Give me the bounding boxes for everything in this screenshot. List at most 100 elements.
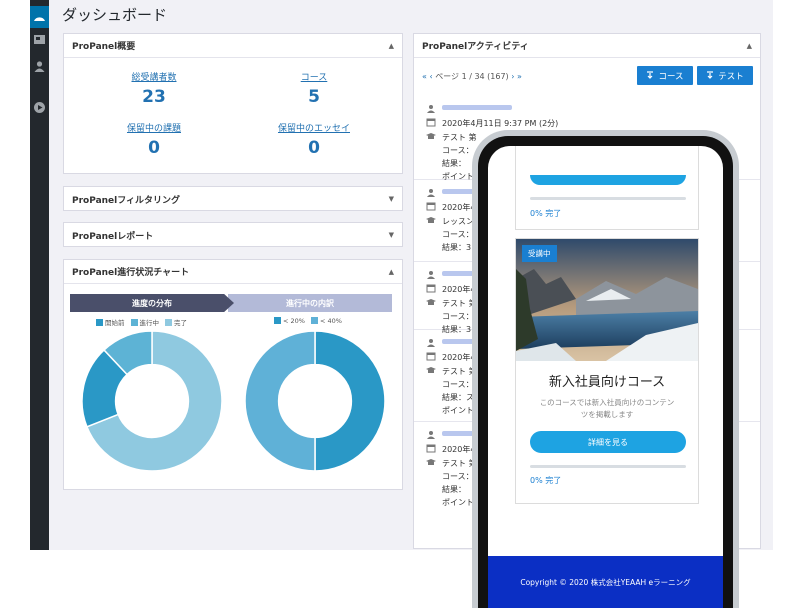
activity-course: コース：	[442, 472, 474, 481]
graduation-icon	[426, 459, 436, 465]
phone-mockup: 0% 完了 受講中 新入社員向けコース このコースでは新入社員向けのコンテン ツ…	[478, 136, 733, 608]
calendar-icon	[426, 284, 436, 293]
activity-title: ProPanelアクティビティ	[422, 42, 529, 52]
test-filter-button[interactable]: テスト	[697, 66, 753, 85]
stat-label[interactable]: 保留中のエッセイ	[234, 121, 394, 134]
donut-slice--40-[interactable]	[244, 330, 316, 472]
course-filter-button[interactable]: コース	[637, 66, 693, 85]
progress-text-top: 0% 完了	[530, 209, 562, 218]
filtering-panel[interactable]: ProPanelフィルタリング ▼	[63, 186, 403, 211]
activity-date: 2020年4	[442, 353, 476, 362]
next-page-button[interactable]: › »	[511, 72, 522, 81]
phone-screen: 0% 完了 受講中 新入社員向けコース このコースでは新入社員向けのコンテン ツ…	[488, 146, 723, 608]
stat-value: 23	[142, 87, 166, 107]
progress-chart-title: ProPanel進行状況チャート	[72, 268, 190, 278]
stat-label[interactable]: コース	[234, 70, 394, 83]
users-icon[interactable]	[33, 60, 46, 73]
activity-panel-header[interactable]: ProPanelアクティビティ ▲	[414, 34, 760, 58]
activity-date: 2020年4	[442, 445, 476, 454]
user-icon	[427, 189, 435, 197]
overview-title: ProPanel概要	[72, 42, 136, 52]
activity-course: コース：	[442, 230, 474, 239]
stat-courses: コース 5	[234, 70, 394, 107]
activity-point: ポイント	[442, 498, 474, 507]
activity-type: レッスン	[442, 217, 474, 226]
filtering-panel-header[interactable]: ProPanelフィルタリング ▼	[64, 187, 402, 211]
course-description-line2: ツを掲載します	[580, 410, 634, 419]
course-card-top: 0% 完了	[515, 146, 699, 230]
user-icon	[427, 271, 435, 279]
prev-page-button[interactable]: « ‹	[422, 72, 433, 81]
progress-chart-panel: ProPanel進行状況チャート ▲ 進度の分布 進行中の内訳 開始前 進行中 …	[63, 259, 403, 490]
chart-header-right[interactable]: 進行中の内訳	[228, 294, 392, 312]
left-legend: 開始前 進行中 完了	[96, 317, 187, 327]
progress-track-top	[530, 197, 686, 200]
admin-sidebar	[30, 0, 49, 550]
stat-value: 0	[308, 138, 320, 158]
legend-item[interactable]: < 40%	[310, 317, 342, 325]
detail-button-top[interactable]	[530, 175, 686, 185]
activity-point: ポイント	[442, 406, 474, 415]
progress-chart-header[interactable]: ProPanel進行状況チャート ▲	[64, 260, 402, 284]
play-icon[interactable]	[33, 101, 46, 114]
in-progress-breakdown-donut	[244, 330, 386, 472]
collapse-up-icon[interactable]: ▲	[389, 42, 394, 50]
chart-header-left[interactable]: 進度の分布	[70, 294, 234, 312]
graduation-icon	[426, 217, 436, 223]
page-title: ダッシュボード	[62, 6, 168, 24]
activity-result: 結果：3	[442, 243, 472, 252]
user-icon	[427, 105, 435, 113]
stat-label[interactable]: 保留中の課題	[74, 121, 234, 134]
progress-track	[530, 465, 686, 468]
stat-label[interactable]: 総受講者数	[74, 70, 234, 83]
media-icon[interactable]	[33, 33, 46, 46]
activity-course: コース：	[442, 380, 474, 389]
pagination-text: ページ 1 / 34 (167)	[435, 72, 509, 81]
dashboard-icon[interactable]	[33, 10, 46, 23]
stat-value: 5	[308, 87, 320, 107]
expand-down-icon[interactable]: ▼	[389, 231, 394, 239]
calendar-icon	[426, 444, 436, 453]
donut-slice--20-[interactable]	[314, 330, 386, 472]
progress-distribution-donut	[81, 330, 223, 472]
course-title[interactable]: 新入社員向けコース	[516, 371, 698, 390]
collapse-up-icon[interactable]: ▲	[747, 42, 752, 50]
legend-item[interactable]: < 20%	[274, 317, 305, 325]
filtering-title: ProPanelフィルタリング	[72, 195, 181, 206]
chart-header-bar: 進度の分布 進行中の内訳	[70, 294, 392, 312]
graduation-icon	[426, 133, 436, 139]
legend-item[interactable]: 開始前	[96, 317, 125, 327]
activity-date: 2020年4	[442, 203, 476, 212]
reports-panel[interactable]: ProPanelレポート ▼	[63, 222, 403, 247]
stat-pending-assignments: 保留中の課題 0	[74, 121, 234, 158]
user-icon	[427, 339, 435, 347]
stat-pending-essays: 保留中のエッセイ 0	[234, 121, 394, 158]
right-legend: < 20% < 40%	[274, 317, 342, 325]
stat-total-learners: 総受講者数 23	[74, 70, 234, 107]
reports-panel-header[interactable]: ProPanelレポート ▼	[64, 223, 402, 247]
graduation-icon	[426, 367, 436, 373]
course-card[interactable]: 受講中 新入社員向けコース このコースでは新入社員向けのコンテン ツを掲載します…	[515, 238, 699, 504]
activity-course: コース：	[442, 312, 474, 321]
activity-type: テスト 第	[442, 133, 477, 142]
reports-title: ProPanelレポート	[72, 231, 154, 242]
site-footer: Copyright © 2020 株式会社YEAAH eラーニング	[488, 556, 723, 608]
activity-user[interactable]	[442, 104, 512, 113]
activity-course: コース：	[442, 146, 474, 155]
activity-date: 2020年4月11日 9:37 PM (2分)	[442, 119, 559, 128]
legend-item[interactable]: 進行中	[130, 317, 159, 327]
activity-result: 結果：	[442, 159, 466, 168]
calendar-icon	[426, 118, 436, 127]
activity-pagination: « ‹ ページ 1 / 34 (167) › »	[422, 71, 522, 82]
course-description-line1: このコースでは新入社員向けのコンテン	[539, 398, 675, 407]
graduation-icon	[426, 299, 436, 305]
collapse-up-icon[interactable]: ▲	[389, 268, 394, 276]
overview-panel-header[interactable]: ProPanel概要 ▲	[64, 34, 402, 58]
expand-down-icon[interactable]: ▼	[389, 195, 394, 203]
enrolled-badge: 受講中	[522, 245, 557, 262]
legend-item[interactable]: 完了	[165, 317, 187, 327]
stat-value: 0	[148, 138, 160, 158]
detail-button[interactable]: 詳細を見る	[530, 431, 686, 453]
app-root: ダッシュボード ProPanel概要 ▲ 総受講者数 23 コース 5 保留中の…	[0, 0, 800, 608]
download-icon	[647, 71, 654, 79]
